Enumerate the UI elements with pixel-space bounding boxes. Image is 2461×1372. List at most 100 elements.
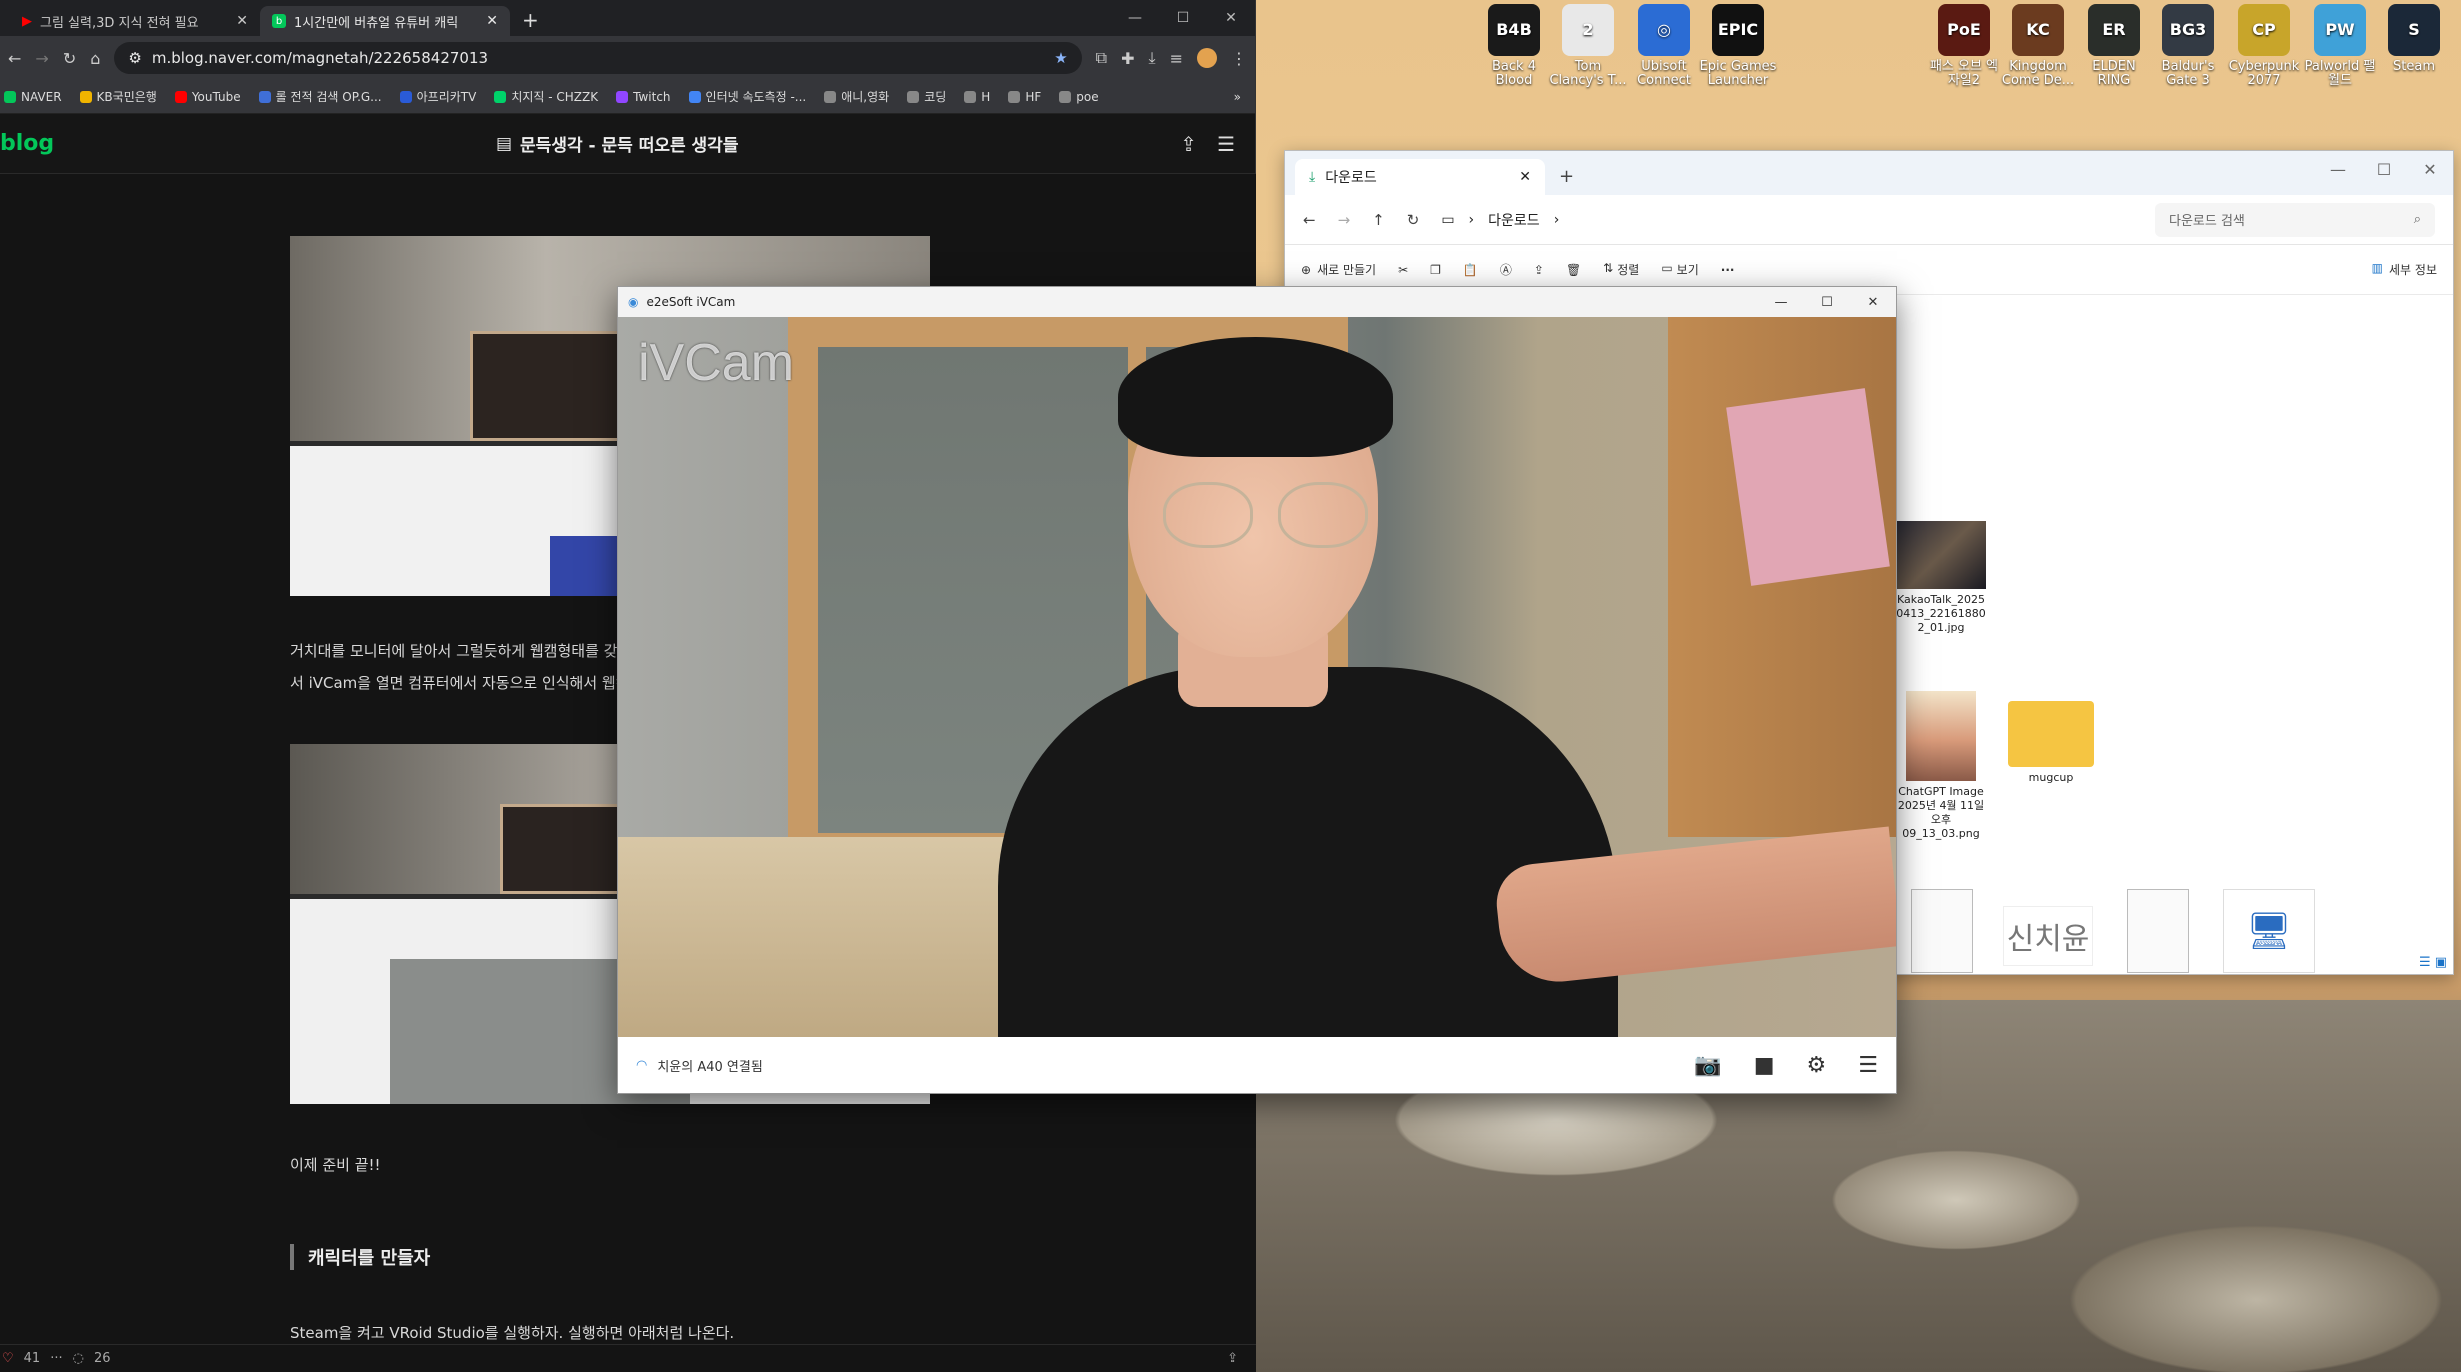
file-name: KakaoTalk_20250413_221618802_01.jpg xyxy=(1896,593,1986,634)
url-text: m.blog.naver.com/magnetah/222658427013 xyxy=(151,49,489,67)
bookmark-item[interactable]: 아프리카TV xyxy=(399,88,476,105)
desktop-icon[interactable]: KC Kingdom Come De... xyxy=(1998,4,2078,88)
up-icon[interactable]: ↑ xyxy=(1372,211,1385,229)
desktop-icon[interactable]: ◎ Ubisoft Connect xyxy=(1624,4,1704,88)
copy-icon[interactable]: ❐ xyxy=(1430,263,1441,277)
new-tab-button[interactable]: + xyxy=(510,6,551,36)
forward-icon[interactable]: → xyxy=(35,49,48,68)
close-window-icon[interactable]: ✕ xyxy=(2407,151,2453,187)
bookmark-item[interactable]: NAVER xyxy=(4,90,62,104)
video-record-icon[interactable]: ■ xyxy=(1754,1053,1775,1078)
more-bookmarks-button[interactable]: » xyxy=(1234,90,1241,104)
folder-item[interactable]: mugcup xyxy=(2001,701,2101,785)
menu-icon[interactable]: ☰ xyxy=(1858,1053,1878,1078)
desktop-icon[interactable]: EPIC Epic Games Launcher xyxy=(1698,4,1778,88)
share-icon[interactable]: ⇪ xyxy=(1180,132,1197,156)
bookmark-item[interactable]: 치지직 - CHZZK xyxy=(494,88,598,105)
tab-blog[interactable]: b 1시간만에 버츄얼 유튜버 캐릭 ✕ xyxy=(260,6,510,36)
desktop-icon[interactable]: CP Cyberpunk 2077 xyxy=(2224,4,2304,88)
path-segment[interactable]: 다운로드 xyxy=(1488,210,1540,230)
close-tab-icon[interactable]: ✕ xyxy=(236,13,248,29)
desktop-icon[interactable]: B4B Back 4 Blood xyxy=(1474,4,1554,88)
camera-icon[interactable]: 📷 xyxy=(1694,1053,1721,1078)
installer-icon[interactable]: 🖥 xyxy=(2223,889,2315,973)
bookmark-item[interactable]: KB국민은행 xyxy=(79,88,157,105)
comment-count: 26 xyxy=(93,1351,111,1366)
extension-icon[interactable]: ⧉ xyxy=(1096,48,1107,68)
download-icon[interactable]: ⤓ xyxy=(1149,48,1156,68)
delete-icon[interactable]: 🗑 xyxy=(1566,263,1581,277)
tab-youtube[interactable]: ▶ 그림 실력,3D 지식 전혀 필요 ✕ xyxy=(10,6,260,36)
heart-icon[interactable]: ♡ xyxy=(2,1351,14,1366)
hamburger-menu-icon[interactable]: ☰ xyxy=(1217,132,1235,156)
site-info-icon[interactable]: ⚙ xyxy=(128,49,141,67)
url-input[interactable]: ⚙ m.blog.naver.com/magnetah/222658427013… xyxy=(114,42,1082,74)
close-tab-icon[interactable]: ✕ xyxy=(1519,169,1531,185)
bookmark-label: poe xyxy=(1076,89,1099,104)
view-toggle-icons[interactable]: ☰ ▣ xyxy=(2419,955,2447,970)
forward-icon[interactable]: → xyxy=(1338,211,1351,229)
profile-avatar[interactable] xyxy=(1197,48,1217,68)
bookmark-item[interactable]: poe xyxy=(1059,89,1099,104)
back-icon[interactable]: ← xyxy=(1303,211,1316,229)
address-path[interactable]: ▭ › 다운로드 › xyxy=(1441,210,2133,230)
sort-button[interactable]: ⇅ 정렬 xyxy=(1603,261,1639,278)
desktop-icon[interactable]: BG3 Baldur's Gate 3 xyxy=(2148,4,2228,88)
bookmark-item[interactable]: 애니,영화 xyxy=(824,88,889,105)
desktop-icon[interactable]: ER ELDEN RING xyxy=(2074,4,2154,88)
file-item-blank[interactable] xyxy=(1911,889,1973,973)
details-button[interactable]: ▥ 세부 정보 xyxy=(2372,261,2437,278)
new-button[interactable]: ⊕ 새로 만들기 xyxy=(1301,261,1376,278)
cut-icon[interactable]: ✂ xyxy=(1398,263,1408,277)
settings-gear-icon[interactable]: ⚙ xyxy=(1807,1053,1827,1078)
puzzle-icon[interactable]: ✚ xyxy=(1121,49,1134,68)
comment-icon[interactable]: ◌ xyxy=(73,1351,84,1366)
bookmark-item[interactable]: 롤 전적 검색 OP.G... xyxy=(258,88,382,105)
blog-logo[interactable]: blog xyxy=(0,131,54,156)
maximize-icon[interactable]: ☐ xyxy=(1159,0,1207,36)
bookmark-item[interactable]: YouTube xyxy=(174,90,241,104)
file-item-blank[interactable] xyxy=(2127,889,2189,973)
desktop-icon[interactable]: S Steam xyxy=(2374,4,2454,74)
bookmark-item[interactable]: H xyxy=(964,90,990,104)
bookmark-item[interactable]: 인터넷 속도측정 -... xyxy=(688,88,806,105)
tab-label: 그림 실력,3D 지식 전혀 필요 xyxy=(40,15,199,31)
signature-image[interactable]: 신치윤 xyxy=(2003,906,2093,966)
minimize-icon[interactable]: — xyxy=(1758,287,1804,317)
new-tab-button[interactable]: + xyxy=(1545,159,1588,195)
file-item[interactable]: ChatGPT Image 2025년 4월 11일 오후 09_13_03.p… xyxy=(1891,691,1991,841)
bookmark-star-icon[interactable]: ★ xyxy=(1054,49,1067,67)
close-window-icon[interactable]: ✕ xyxy=(1207,0,1255,36)
bookmark-item[interactable]: HF xyxy=(1008,90,1041,104)
close-window-icon[interactable]: ✕ xyxy=(1850,287,1896,317)
maximize-icon[interactable]: ☐ xyxy=(2361,151,2407,187)
share-bottom-icon[interactable]: ⇪ xyxy=(1227,1351,1238,1366)
desktop-icon[interactable]: PW Palworld 팰월드 xyxy=(2300,4,2380,88)
maximize-icon[interactable]: ☐ xyxy=(1804,287,1850,317)
close-tab-icon[interactable]: ✕ xyxy=(486,13,498,29)
desktop-icon[interactable]: PoE 패스 오브 엑자일2 xyxy=(1924,4,2004,88)
minimize-icon[interactable]: — xyxy=(1111,0,1159,36)
view-button[interactable]: ▭ 보기 xyxy=(1661,261,1698,278)
reload-icon[interactable]: ↻ xyxy=(63,49,76,68)
refresh-icon[interactable]: ↻ xyxy=(1407,211,1420,229)
paste-icon[interactable]: 📋 xyxy=(1463,263,1478,277)
file-item[interactable]: KakaoTalk_20250413_221618802_01.jpg xyxy=(1891,521,1991,635)
rename-icon[interactable]: Ⓐ xyxy=(1500,261,1512,278)
desktop-icon[interactable]: 2 Tom Clancy's T... xyxy=(1548,4,1628,88)
bookmark-item[interactable]: Twitch xyxy=(616,90,671,104)
search-input[interactable]: 다운로드 검색 ⌕ xyxy=(2155,202,2435,237)
share-icon[interactable]: ⇪ xyxy=(1534,263,1544,277)
media-icon[interactable]: ≡ xyxy=(1170,49,1183,68)
app-icon: PoE xyxy=(1938,4,1990,56)
wifi-icon: ◠ xyxy=(636,1057,648,1073)
more-dots[interactable]: ··· xyxy=(50,1351,62,1366)
explorer-tab-downloads[interactable]: ⤓ 다운로드 ✕ xyxy=(1295,159,1545,195)
more-button[interactable]: ··· xyxy=(1721,263,1735,277)
home-icon[interactable]: ⌂ xyxy=(90,49,100,68)
menu-icon[interactable]: ⋮ xyxy=(1231,49,1247,68)
bookmark-item[interactable]: 코딩 xyxy=(907,88,946,105)
back-icon[interactable]: ← xyxy=(8,49,21,68)
blog-title[interactable]: ▤ 문득생각 - 문득 떠오른 생각들 xyxy=(496,131,738,157)
minimize-icon[interactable]: — xyxy=(2315,151,2361,187)
